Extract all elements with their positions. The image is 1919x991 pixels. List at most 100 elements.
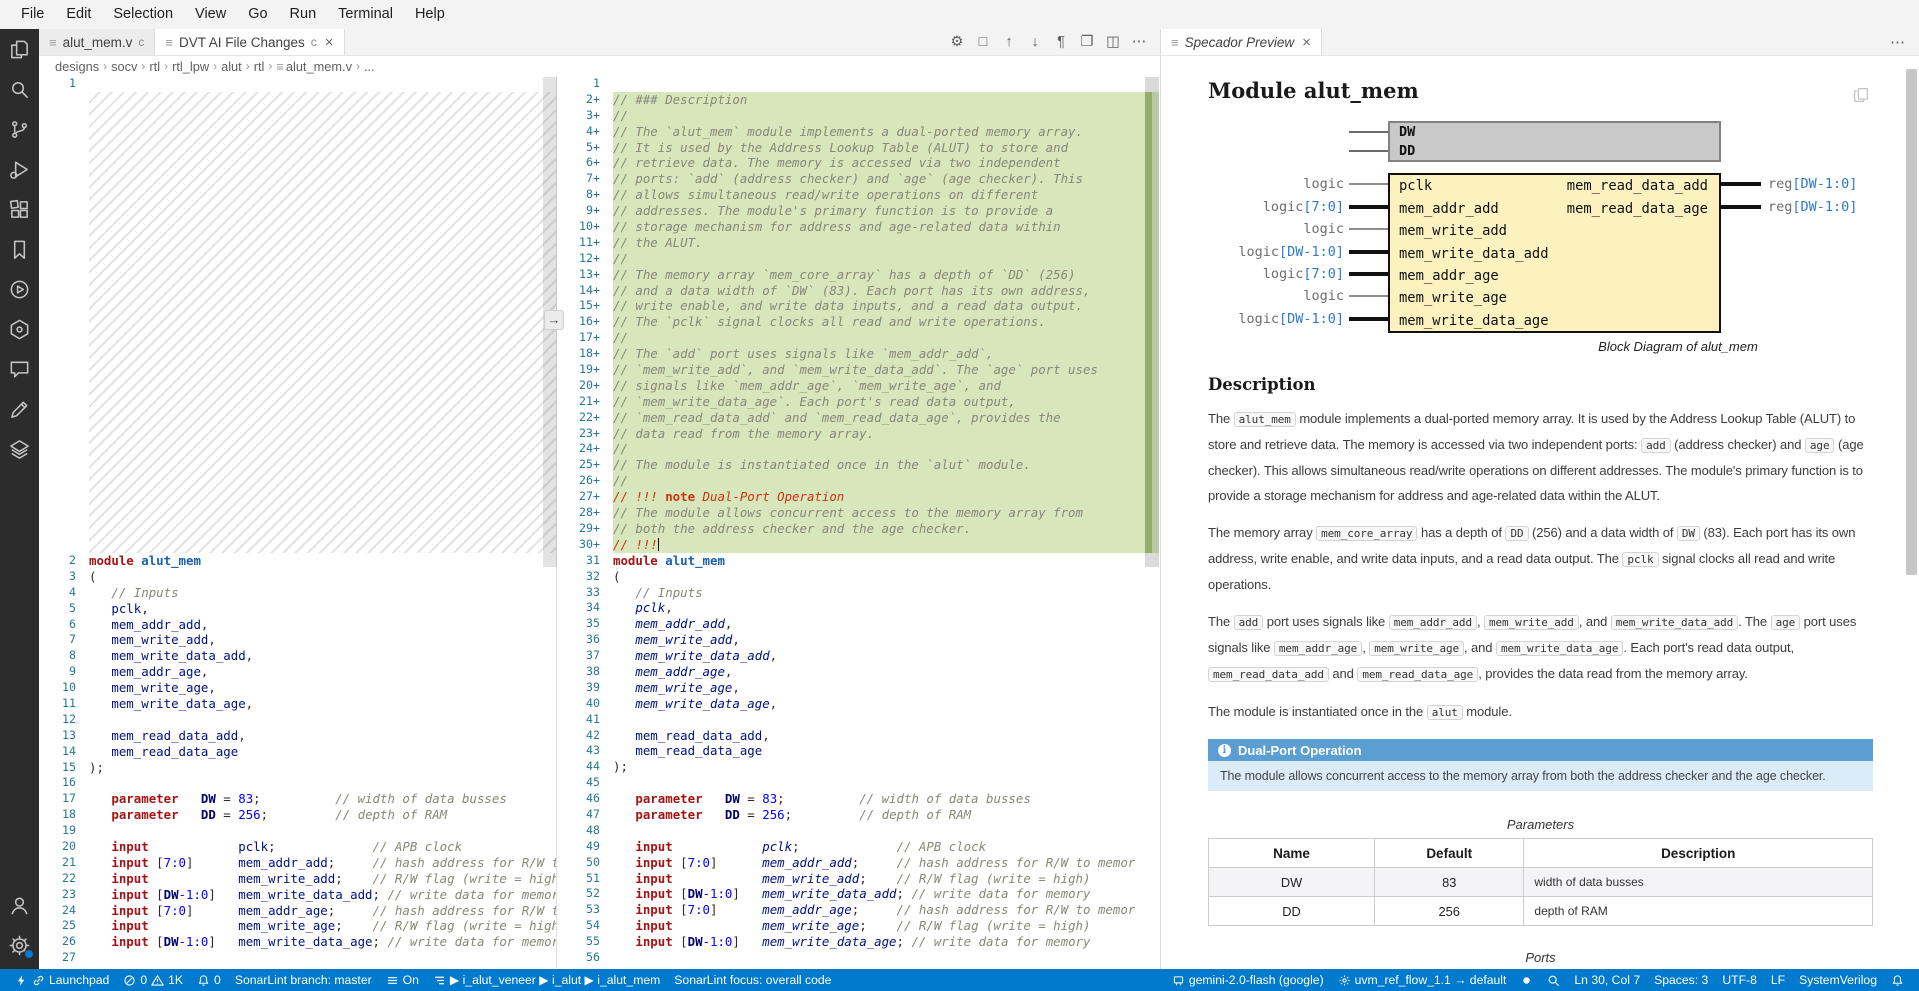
code-line[interactable]: 14+// and a data width of `DW` (83). Eac…	[557, 283, 1159, 299]
code-line[interactable]: 52 input [DW-1:0] mem_write_data_add; //…	[557, 886, 1159, 902]
code-line[interactable]: 34 pclk,	[557, 600, 1159, 616]
code-line[interactable]: 2+// ### Description	[557, 92, 1159, 108]
comments-icon[interactable]	[0, 349, 39, 389]
code-line[interactable]: 13 mem_read_data_add,	[39, 728, 556, 744]
breadcrumb-item[interactable]: ≡alut_mem.v	[276, 59, 352, 74]
status-language-mode[interactable]: SystemVerilog	[1792, 969, 1884, 991]
code-line[interactable]: 8 mem_write_data_add,	[39, 648, 556, 664]
previous-change-icon[interactable]: ↑	[998, 34, 1020, 50]
code-line[interactable]: 16+// The `pclk` signal clocks all read …	[557, 314, 1159, 330]
diff-modified-pane[interactable]: 12+// ### Description3+//4+// The `alut_…	[557, 76, 1159, 968]
code-line[interactable]: 23+// data read from the memory array.	[557, 426, 1159, 442]
code-line[interactable]: 10+// storage mechanism for address and …	[557, 219, 1159, 235]
code-line[interactable]: 1	[39, 76, 556, 92]
menu-edit[interactable]: Edit	[55, 0, 102, 29]
menu-go[interactable]: Go	[237, 0, 278, 29]
close-icon[interactable]: ×	[325, 34, 334, 51]
code-line[interactable]: 22 input mem_write_add; // R/W flag (wri…	[39, 871, 556, 887]
code-line[interactable]: 54 input mem_write_age; // R/W flag (wri…	[557, 918, 1159, 934]
code-line[interactable]: 26+//	[557, 473, 1159, 489]
breadcrumb-item[interactable]: ...	[364, 59, 375, 74]
more-actions-icon[interactable]: ⋯	[1876, 29, 1919, 55]
status-encoding[interactable]: UTF-8	[1715, 969, 1764, 991]
code-line[interactable]: 21 input [7:0] mem_addr_add; // hash add…	[39, 855, 556, 871]
code-line[interactable]: 17 parameter DW = 83; // width of data b…	[39, 791, 556, 807]
code-line[interactable]: 39 mem_write_age,	[557, 680, 1159, 696]
code-line[interactable]: 18+// The `add` port uses signals like `…	[557, 346, 1159, 362]
code-line[interactable]: 19	[39, 823, 556, 839]
status-dvt-notifications[interactable]: 0	[190, 969, 228, 991]
code-line[interactable]: 49 input pclk; // APB clock	[557, 839, 1159, 855]
inline-view-icon[interactable]: □	[972, 34, 994, 50]
bookmarks-icon[interactable]	[0, 229, 39, 269]
menu-terminal[interactable]: Terminal	[327, 0, 404, 29]
code-line[interactable]: 11+// the ALUT.	[557, 235, 1159, 251]
dvt-hexagon-icon[interactable]	[0, 309, 39, 349]
settings-gear-icon[interactable]	[0, 925, 39, 965]
account-icon[interactable]	[0, 885, 39, 925]
diagrams-icon[interactable]	[0, 429, 39, 469]
code-line[interactable]: 28 output [DW-1:0] mem_read_data_add; //…	[39, 966, 556, 968]
code-line[interactable]: 48	[557, 823, 1159, 839]
close-icon[interactable]: ×	[1302, 34, 1311, 51]
breadcrumb-item[interactable]: rtl	[149, 59, 160, 74]
breadcrumb-item[interactable]: alut	[221, 59, 242, 74]
code-line[interactable]: 9 mem_addr_age,	[39, 664, 556, 680]
preview-scrollbar-thumb[interactable]	[1906, 69, 1917, 575]
code-line[interactable]: 25+// The module is instantiated once in…	[557, 457, 1159, 473]
code-line[interactable]: 10 mem_write_age,	[39, 680, 556, 696]
status-launchpad[interactable]: Launchpad	[8, 969, 116, 991]
status-eol[interactable]: LF	[1764, 969, 1792, 991]
code-line[interactable]: 43 mem_read_data_age	[557, 743, 1159, 759]
code-line[interactable]: 37 mem_write_data_add,	[557, 648, 1159, 664]
status-search-status[interactable]	[1540, 969, 1567, 991]
code-line[interactable]: 56	[557, 950, 1159, 966]
menu-help[interactable]: Help	[404, 0, 456, 29]
code-line[interactable]: 15+// write enable, and write data input…	[557, 298, 1159, 314]
code-line[interactable]: 20 input pclk; // APB clock	[39, 839, 556, 855]
code-line[interactable]: 18 parameter DD = 256; // depth of RAM	[39, 807, 556, 823]
copy-icon[interactable]	[1852, 86, 1870, 109]
status-build-config[interactable]: uvm_ref_flow_1.1 → default	[1331, 969, 1514, 991]
render-whitespace-icon[interactable]: ¶	[1050, 34, 1072, 50]
code-line[interactable]: 29+// both the address checker and the a…	[557, 521, 1159, 537]
code-line[interactable]: 12	[39, 712, 556, 728]
code-line[interactable]: 53 input [7:0] mem_addr_age; // hash add…	[557, 902, 1159, 918]
diff-settings-gear-icon[interactable]: ⚙	[946, 34, 968, 50]
code-line[interactable]: 42 mem_read_data_add,	[557, 728, 1159, 744]
status-design-hierarchy[interactable]: ▶ i_alut_veneer ▶ i_alut ▶ i_alut_mem	[426, 969, 667, 991]
scrollbar-thumb[interactable]	[1145, 77, 1159, 567]
code-line[interactable]: 1	[557, 76, 1159, 92]
menu-file[interactable]: File	[10, 0, 55, 29]
code-line[interactable]: 9+// addresses. The module's primary fun…	[557, 203, 1159, 219]
code-line[interactable]: 4 // Inputs	[39, 585, 556, 601]
code-line[interactable]: 26 input [DW-1:0] mem_write_data_age; //…	[39, 934, 556, 950]
code-line[interactable]: 35 mem_addr_add,	[557, 616, 1159, 632]
code-line[interactable]: 30+// !!!	[557, 537, 1159, 553]
scrollbar-track[interactable]	[1145, 76, 1159, 968]
code-line[interactable]: 5 pclk,	[39, 601, 556, 617]
code-line[interactable]: 15);	[39, 760, 556, 776]
code-line[interactable]: 24+//	[557, 441, 1159, 457]
code-line[interactable]: 6 mem_addr_add,	[39, 617, 556, 633]
breadcrumb-item[interactable]: designs	[55, 59, 99, 74]
code-line[interactable]: 40 mem_write_data_age,	[557, 696, 1159, 712]
code-line[interactable]: 45	[557, 775, 1159, 791]
explorer-icon[interactable]	[0, 29, 39, 69]
status-sonarlint-focus[interactable]: SonarLint focus: overall code	[667, 969, 838, 991]
code-line[interactable]: 47 parameter DD = 256; // depth of RAM	[557, 807, 1159, 823]
code-line[interactable]: 7+// ports: `add` (address checker) and …	[557, 171, 1159, 187]
status-status-dot[interactable]	[1513, 969, 1540, 991]
code-line[interactable]: 41	[557, 712, 1159, 728]
code-line[interactable]: 14 mem_read_data_age	[39, 744, 556, 760]
code-line[interactable]: 5+// It is used by the Address Lookup Ta…	[557, 140, 1159, 156]
code-line[interactable]: 51 input mem_write_add; // R/W flag (wri…	[557, 871, 1159, 887]
code-line[interactable]: 24 input [7:0] mem_addr_age; // hash add…	[39, 903, 556, 919]
code-line[interactable]: 27+// !!! note Dual-Port Operation	[557, 489, 1159, 505]
breadcrumb-item[interactable]: rtl	[254, 59, 265, 74]
menu-selection[interactable]: Selection	[102, 0, 184, 29]
code-line[interactable]: 22+// `mem_read_data_add` and `mem_read_…	[557, 410, 1159, 426]
tab-specador-preview[interactable]: ≡Specador Preview×	[1161, 29, 1322, 55]
code-line[interactable]: 36 mem_write_add,	[557, 632, 1159, 648]
code-line[interactable]: 2module alut_mem	[39, 553, 556, 569]
